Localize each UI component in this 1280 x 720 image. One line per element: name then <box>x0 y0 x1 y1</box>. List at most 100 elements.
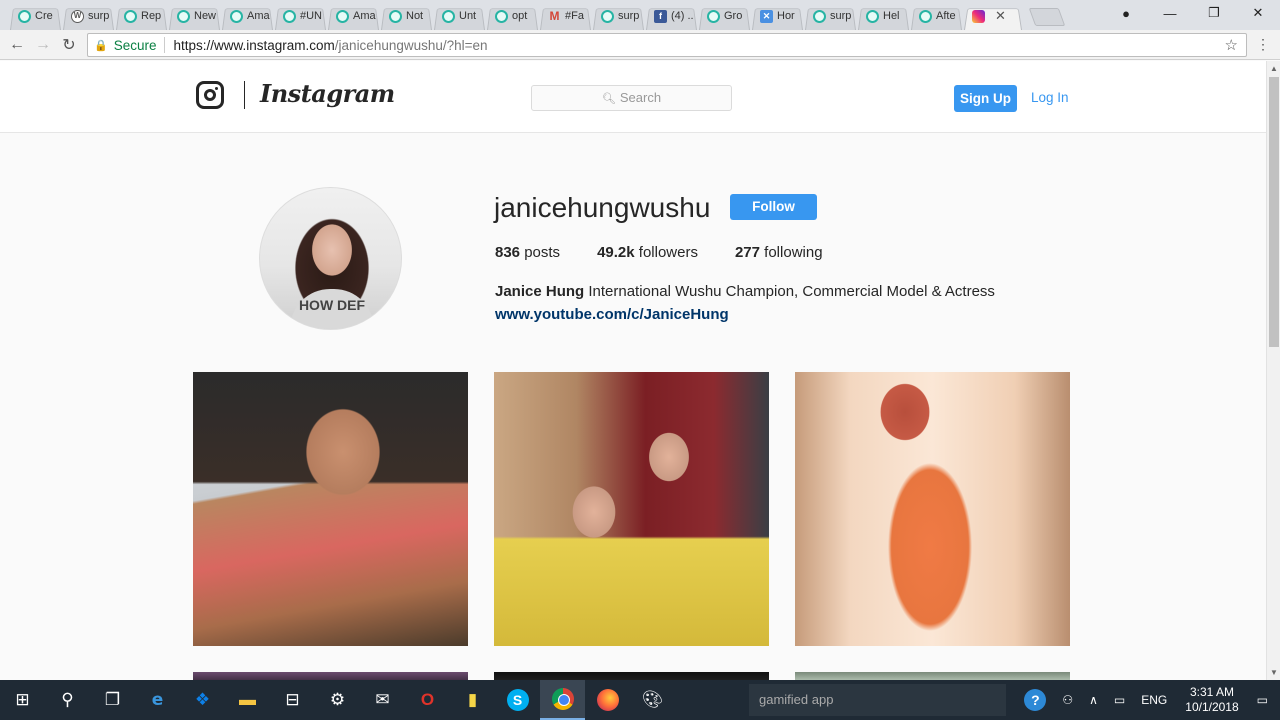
site-icon <box>230 9 243 23</box>
browser-tab[interactable]: surp <box>591 2 646 30</box>
wordpress-icon: W <box>71 9 84 23</box>
browser-tab[interactable]: Cre <box>8 2 63 30</box>
file-explorer-icon[interactable]: ▬ <box>225 680 270 720</box>
help-icon[interactable]: ? <box>1024 689 1047 711</box>
firefox-icon <box>596 689 619 711</box>
browser-tab[interactable]: Ama <box>326 2 381 30</box>
browser-tab[interactable]: Not <box>379 2 434 30</box>
taskbar-search-icon[interactable]: ⚲ <box>45 680 90 720</box>
edge-browser-icon[interactable]: e <box>135 680 180 720</box>
instagram-page: Instagram 🔍︎ Search Sign Up Log In HOW DE… <box>0 61 1266 680</box>
browser-tab[interactable]: ✕ Hor <box>750 2 805 30</box>
site-icon <box>177 9 190 23</box>
follow-button[interactable]: Follow <box>730 194 817 220</box>
new-tab-button[interactable] <box>1028 8 1066 26</box>
windows-start-icon[interactable]: ⊞ <box>0 680 45 720</box>
site-icon <box>495 9 508 23</box>
profile-bio: Janice Hung International Wushu Champion… <box>495 283 995 300</box>
address-bar[interactable]: 🔒 Secure https://www.instagram.com/janic… <box>87 33 1247 57</box>
close-window-icon[interactable]: ✕ <box>1236 5 1280 21</box>
stat-following[interactable]: 277 following <box>735 244 823 261</box>
forward-icon[interactable]: → <box>30 36 56 54</box>
browser-tab[interactable]: Afte <box>909 2 964 30</box>
post-thumbnail[interactable] <box>494 372 769 646</box>
lock-icon: 🔒 <box>94 39 108 52</box>
gmail-icon: M <box>549 8 560 23</box>
browser-tab[interactable]: Hel <box>856 2 911 30</box>
taskbar-search-field[interactable]: gamified app <box>749 684 1006 716</box>
back-icon[interactable]: ← <box>4 36 30 54</box>
browser-toolbar: ← → ↻ 🔒 Secure https://www.instagram.com… <box>0 30 1280 60</box>
post-thumbnail[interactable] <box>494 672 769 680</box>
browser-tab-label: surp <box>88 10 110 22</box>
minimize-icon[interactable]: — <box>1148 6 1192 21</box>
firefox-app[interactable] <box>585 680 630 720</box>
scroll-down-arrow-icon[interactable]: ▼ <box>1270 668 1278 677</box>
network-app-icon[interactable]: ⚙ <box>315 680 360 720</box>
browser-tab-label: (4) .. <box>671 10 694 22</box>
paint-icon[interactable]: 🎨︎ <box>630 680 675 720</box>
post-thumbnail[interactable] <box>795 672 1070 680</box>
browser-tab[interactable]: Gro <box>697 2 752 30</box>
windows-taskbar: ⊞ ⚲ ❐ e ❖ ▬ ⊟ ⚙ ✉ O ▮ S 🎨︎ gamified app … <box>0 680 1280 720</box>
scrollbar-thumb[interactable] <box>1269 77 1279 347</box>
search-icon: 🔍︎ <box>601 93 616 105</box>
browser-tab[interactable]: f (4) .. <box>644 2 699 30</box>
language-indicator[interactable]: ENG <box>1141 693 1167 707</box>
instagram-wordmark[interactable]: Instagram <box>260 79 395 108</box>
browser-tab[interactable]: Wsurp <box>61 2 116 30</box>
tab-list: Cre Wsurp Rep New Ama #UN Ama Not Unt opt M #Fa surp… <box>0 2 1022 30</box>
scroll-up-arrow-icon[interactable]: ▲ <box>1270 64 1278 73</box>
mail-icon[interactable]: ✉ <box>360 680 405 720</box>
browser-tab[interactable]: opt <box>485 2 540 30</box>
clock-time: 3:31 AM <box>1189 685 1234 699</box>
search-input[interactable]: 🔍︎ Search <box>531 85 732 111</box>
sign-up-button[interactable]: Sign Up <box>954 85 1017 112</box>
browser-tab-label: surp <box>830 10 852 22</box>
instagram-camera-icon[interactable] <box>196 81 224 109</box>
browser-tab-label: Gro <box>724 10 743 22</box>
people-icon[interactable]: ⚇ <box>1062 693 1073 707</box>
tray-expand-icon[interactable]: ∧ <box>1089 693 1098 707</box>
restore-icon[interactable]: ❐ <box>1192 5 1236 21</box>
profile-icon[interactable]: ● <box>1104 6 1148 21</box>
log-in-link[interactable]: Log In <box>1031 90 1069 105</box>
profile-website-link[interactable]: www.youtube.com/c/JaniceHung <box>495 306 729 323</box>
opera-icon[interactable]: O <box>405 680 450 720</box>
dropbox-icon[interactable]: ❖ <box>180 680 225 720</box>
url-host: https://www.instagram.com <box>173 37 335 53</box>
avatar[interactable]: HOW DEF <box>259 187 402 330</box>
browser-tab[interactable]: #UN <box>273 2 328 30</box>
clock[interactable]: 3:31 AM 10/1/2018 <box>1185 685 1238 715</box>
battery-icon[interactable]: ▭ <box>1114 693 1125 707</box>
browser-tab[interactable]: ✕ <box>962 2 1024 30</box>
browser-tab[interactable]: M #Fa <box>538 2 593 30</box>
store-icon[interactable]: ⊟ <box>270 680 315 720</box>
post-thumbnail[interactable] <box>193 372 468 646</box>
browser-tab-label: Cre <box>35 10 53 22</box>
browser-tab[interactable]: Unt <box>432 2 487 30</box>
browser-tab[interactable]: Ama <box>220 2 275 30</box>
browser-tab[interactable]: Rep <box>114 2 169 30</box>
browser-menu-icon[interactable]: ⋮ <box>1256 36 1270 53</box>
sticky-notes-icon[interactable]: ▮ <box>450 680 495 720</box>
stat-followers[interactable]: 49.2k followers <box>597 244 698 261</box>
instagram-icon <box>972 9 985 23</box>
browser-tab[interactable]: surp <box>803 2 858 30</box>
browser-tab[interactable]: New <box>167 2 222 30</box>
task-view-icon[interactable]: ❐ <box>90 680 135 720</box>
logo-divider <box>244 81 245 109</box>
page-scrollbar[interactable]: ▲ ▼ <box>1266 61 1280 680</box>
notifications-icon[interactable]: ▭ <box>1257 693 1268 707</box>
site-icon <box>601 9 614 23</box>
skype-app[interactable]: S <box>495 680 540 720</box>
tab-close-icon[interactable]: ✕ <box>995 8 1006 24</box>
post-thumbnail[interactable] <box>193 672 468 680</box>
reload-icon[interactable]: ↻ <box>56 35 82 55</box>
bookmark-star-icon[interactable]: ☆ <box>1225 36 1238 54</box>
chrome-app[interactable] <box>540 680 585 720</box>
search-placeholder: Search <box>619 90 662 105</box>
profile-full-name: Janice Hung <box>495 283 585 300</box>
site-icon <box>813 9 826 23</box>
post-thumbnail[interactable] <box>795 372 1070 646</box>
